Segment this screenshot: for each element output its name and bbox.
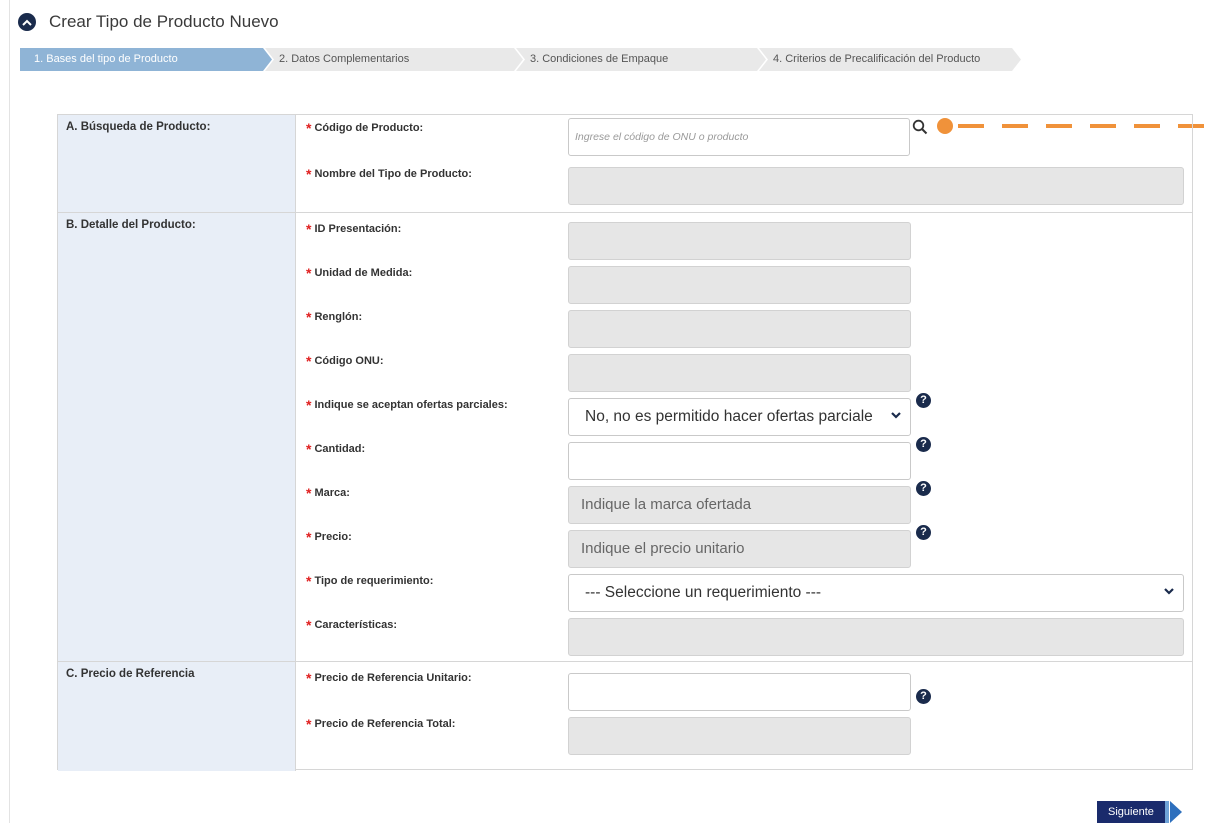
required-marker: * — [306, 353, 312, 369]
step-bases[interactable]: 1. Bases del tipo de Producto — [20, 48, 272, 71]
id-presentacion-label: * ID Presentación: — [306, 221, 402, 237]
collapse-chevron-up-icon[interactable] — [18, 13, 36, 31]
section-label: A. Búsqueda de Producto: — [66, 121, 211, 133]
codigo-onu-input — [568, 354, 911, 392]
required-marker: * — [306, 716, 312, 732]
required-marker: * — [306, 485, 312, 501]
codigo-producto-label: * Código de Producto: — [306, 120, 424, 136]
required-marker: * — [306, 397, 312, 413]
required-marker: * — [306, 166, 312, 182]
required-marker: * — [306, 221, 312, 237]
required-marker: * — [306, 529, 312, 545]
page-title: Crear Tipo de Producto Nuevo — [49, 12, 279, 31]
section-busqueda: A. Búsqueda de Producto: * Código de Prod… — [58, 115, 1192, 212]
section-referencia: C. Precio de Referencia * Precio de Refer… — [58, 661, 1192, 771]
id-presentacion-input — [568, 222, 911, 260]
ofertas-parciales-value: No, no es permitido hacer ofertas parcia… — [585, 408, 873, 425]
unidad-medida-input — [568, 266, 911, 304]
nombre-tipo-producto-input — [568, 167, 1184, 205]
unidad-medida-label: * Unidad de Medida: — [306, 265, 413, 281]
next-arrow-icon — [1164, 801, 1185, 823]
precio-placeholder: Indique el precio unitario — [581, 540, 745, 557]
required-marker: * — [306, 670, 312, 686]
step-condiciones-empaque[interactable]: 3. Condiciones de Empaque — [516, 48, 766, 71]
renglon-label: * Renglón: — [306, 309, 363, 325]
ofertas-parciales-label: * Indique se aceptan ofertas parciales: — [306, 397, 508, 413]
required-marker: * — [306, 617, 312, 633]
precio-ref-unitario-input[interactable] — [568, 673, 911, 711]
marca-input: Indique la marca ofertada — [568, 486, 911, 524]
required-marker: * — [306, 573, 312, 589]
title-bar: Crear Tipo de Producto Nuevo — [18, 8, 279, 36]
help-icon[interactable]: ? — [916, 689, 931, 704]
next-button[interactable]: Siguiente — [1097, 801, 1185, 823]
next-button-label: Siguiente — [1097, 801, 1165, 823]
required-marker: * — [306, 441, 312, 457]
precio-label: * Precio: — [306, 529, 352, 545]
section-label-column: A. Búsqueda de Producto: — [58, 115, 296, 212]
ofertas-parciales-select[interactable]: No, no es permitido hacer ofertas parcia… — [568, 398, 911, 436]
caracteristicas-input — [568, 618, 1184, 656]
cantidad-label: * Cantidad: — [306, 441, 366, 457]
step-datos-complementarios[interactable]: 2. Datos Complementarios — [265, 48, 523, 71]
chevron-down-icon — [1164, 588, 1174, 595]
codigo-onu-label: * Código ONU: — [306, 353, 384, 369]
help-icon[interactable]: ? — [916, 525, 931, 540]
section-label: C. Precio de Referencia — [66, 668, 195, 680]
section-label-column: B. Detalle del Producto: — [58, 213, 296, 661]
help-icon[interactable]: ? — [916, 393, 931, 408]
precio-ref-unitario-label: * Precio de Referencia Unitario: — [306, 670, 472, 686]
cantidad-input[interactable] — [568, 442, 911, 480]
marca-label: * Marca: — [306, 485, 350, 501]
section-label-column: C. Precio de Referencia — [58, 662, 296, 771]
required-marker: * — [306, 309, 312, 325]
precio-input: Indique el precio unitario — [568, 530, 911, 568]
step-criterios-precalificacion[interactable]: 4. Criterios de Precalificación del Prod… — [759, 48, 1021, 71]
help-icon[interactable]: ? — [916, 437, 931, 452]
wizard-stepper: 1. Bases del tipo de Producto 2. Datos C… — [20, 48, 1014, 71]
precio-ref-total-input — [568, 717, 911, 755]
required-marker: * — [306, 120, 312, 136]
precio-ref-total-label: * Precio de Referencia Total: — [306, 716, 456, 732]
codigo-producto-placeholder: Ingrese el código de ONU o producto — [575, 131, 749, 143]
required-marker: * — [306, 265, 312, 281]
nombre-tipo-producto-label: * Nombre del Tipo de Producto: — [306, 166, 472, 182]
renglon-input — [568, 310, 911, 348]
caracteristicas-label: * Características: — [306, 617, 398, 633]
codigo-producto-input[interactable]: Ingrese el código de ONU o producto — [568, 118, 910, 156]
marca-placeholder: Indique la marca ofertada — [581, 496, 752, 513]
tipo-requerimiento-label: * Tipo de requerimiento: — [306, 573, 434, 589]
tipo-requerimiento-select[interactable]: --- Seleccione un requerimiento --- — [568, 574, 1184, 612]
help-icon[interactable]: ? — [916, 481, 931, 496]
section-detalle: B. Detalle del Producto: * ID Presentació… — [58, 212, 1192, 661]
tipo-requerimiento-value: --- Seleccione un requerimiento --- — [585, 584, 822, 601]
chevron-down-icon — [891, 412, 901, 419]
section-label: B. Detalle del Producto: — [66, 219, 196, 231]
product-form: A. Búsqueda de Producto: * Código de Prod… — [57, 114, 1193, 771]
